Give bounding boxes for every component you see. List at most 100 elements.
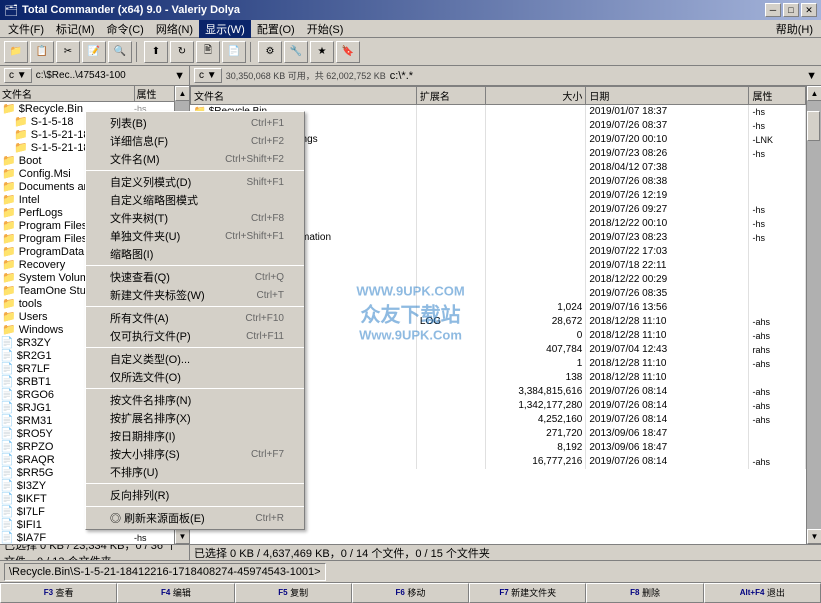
left-scroll-down[interactable]: ▼	[175, 529, 189, 544]
context-menu-item[interactable]: 自定义缩略图模式	[86, 191, 304, 209]
left-collapse-btn[interactable]: ▼	[174, 70, 185, 82]
context-menu-item[interactable]: 仅可执行文件(P)Ctrl+F11	[86, 327, 304, 345]
status-path-text: \Recycle.Bin\S-1-5-21-18412216-171840827…	[9, 566, 321, 578]
right-scrollbar[interactable]: ▲ ▼	[806, 86, 821, 544]
tb-btn-8[interactable]: 🖹	[196, 41, 220, 63]
right-col-ext[interactable]: 扩展名	[416, 87, 485, 105]
right-drive-btn[interactable]: c ▼	[194, 68, 222, 83]
tb-btn-10[interactable]: ⚙	[258, 41, 282, 63]
tb-btn-9[interactable]: 📄	[222, 41, 246, 63]
context-menu: 列表(B)Ctrl+F1详细信息(F)Ctrl+F2文件名(M)Ctrl+Shi…	[85, 111, 305, 530]
tb-btn-6[interactable]: ⬆	[144, 41, 168, 63]
context-menu-item[interactable]: 自定义类型(O)...	[86, 350, 304, 368]
toolbar-separator-1	[136, 42, 140, 62]
minimize-button[interactable]: ─	[765, 3, 781, 17]
context-menu-item[interactable]: ◎ 刷新来源面板(E)Ctrl+R	[86, 509, 304, 527]
menu-bar: 文件(F) 标记(M) 命令(C) 网络(N) 显示(W) 配置(O) 开始(S…	[0, 20, 821, 38]
fkey-F4-button[interactable]: F4 编辑	[117, 583, 234, 603]
right-col-size[interactable]: 大小	[485, 87, 585, 105]
tb-btn-4[interactable]: 📝	[82, 41, 106, 63]
context-menu-item[interactable]: 按日期排序(I)	[86, 427, 304, 445]
app-title: Total Commander (x64) 9.0 - Valeriy Doly…	[22, 4, 765, 16]
menu-start[interactable]: 开始(S)	[301, 20, 350, 38]
context-menu-item[interactable]: 缩略图(I)	[86, 245, 304, 263]
right-path-bar: c ▼ 30,350,068 KB 可用，共 62,002,752 KB c:\…	[190, 66, 821, 86]
context-menu-separator	[86, 265, 304, 266]
menu-network[interactable]: 网络(N)	[150, 20, 199, 38]
menu-command[interactable]: 命令(C)	[101, 20, 150, 38]
right-col-attr[interactable]: 属性	[749, 87, 806, 105]
context-menu-item[interactable]: 所有文件(A)Ctrl+F10	[86, 309, 304, 327]
context-menu-item[interactable]: 单独文件夹(U)Ctrl+Shift+F1	[86, 227, 304, 245]
context-menu-item[interactable]: 按文件名排序(N)	[86, 391, 304, 409]
context-menu-item[interactable]: 仅所选文件(O)	[86, 368, 304, 386]
toolbar-separator-2	[250, 42, 254, 62]
context-menu-separator	[86, 388, 304, 389]
context-menu-separator	[86, 347, 304, 348]
context-menu-item[interactable]: 新建文件夹标签(W)Ctrl+T	[86, 286, 304, 304]
title-bar: 🗂 Total Commander (x64) 9.0 - Valeriy Do…	[0, 0, 821, 20]
close-button[interactable]: ✕	[801, 3, 817, 17]
right-free-space: 30,350,068 KB 可用，共 62,002,752 KB	[226, 69, 386, 82]
right-path-text: c:\*.*	[390, 70, 413, 82]
tb-btn-1[interactable]: 📁	[4, 41, 28, 63]
context-menu-item[interactable]: 快速查看(Q)Ctrl+Q	[86, 268, 304, 286]
context-menu-item[interactable]: 反向排列(R)	[86, 486, 304, 504]
left-col-attr[interactable]: 属性	[134, 86, 174, 102]
context-menu-item[interactable]: 自定义列模式(D)Shift+F1	[86, 173, 304, 191]
right-scroll-down[interactable]: ▼	[807, 529, 821, 544]
menu-view[interactable]: 显示(W)	[199, 20, 251, 38]
right-status: 已选择 0 KB / 4,637,469 KB，0 / 14 个文件，0 / 1…	[190, 544, 821, 560]
fkey-F6-button[interactable]: F6 移动	[352, 583, 469, 603]
tb-btn-12[interactable]: ★	[310, 41, 334, 63]
toolbar: 📁 📋 ✂ 📝 🔍 ⬆ ↻ 🖹 📄 ⚙ 🔧 ★ 🔖	[0, 38, 821, 66]
context-menu-separator	[86, 170, 304, 171]
tb-btn-11[interactable]: 🔧	[284, 41, 308, 63]
left-path-text: c:\$Rec..\47543-100	[36, 70, 126, 81]
tb-btn-13[interactable]: 🔖	[336, 41, 360, 63]
left-status-text: 已选择 0 KB / 23,334 KB，0 / 36 个文件，0 / 13 个…	[4, 544, 185, 560]
right-scroll-up[interactable]: ▲	[807, 86, 821, 101]
right-collapse-btn[interactable]: ▼	[806, 70, 817, 82]
left-path-bar: c ▼ c:\$Rec..\47543-100 ▼	[0, 66, 189, 86]
context-menu-item[interactable]: 详细信息(F)Ctrl+F2	[86, 132, 304, 150]
right-scroll-thumb[interactable]	[807, 111, 820, 141]
left-file-item[interactable]: 📄 $IA7F-hs	[0, 531, 174, 544]
context-menu-item[interactable]: 按扩展名排序(X)	[86, 409, 304, 427]
tb-btn-5[interactable]: 🔍	[108, 41, 132, 63]
maximize-button[interactable]: □	[783, 3, 799, 17]
menu-file[interactable]: 文件(F)	[2, 20, 50, 38]
left-drive-btn[interactable]: c ▼	[4, 68, 32, 83]
fkey-Alt+F4-button[interactable]: Alt+F4 退出	[704, 583, 821, 603]
main-content: c ▼ c:\$Rec..\47543-100 ▼ 文件名 属性	[0, 66, 821, 560]
context-menu-item[interactable]: 列表(B)Ctrl+F1	[86, 114, 304, 132]
context-menu-separator	[86, 306, 304, 307]
left-scroll-up[interactable]: ▲	[175, 86, 189, 101]
context-menu-separator	[86, 506, 304, 507]
status-bar: \Recycle.Bin\S-1-5-21-18412216-171840827…	[0, 560, 821, 582]
context-menu-item[interactable]: 文件夹树(T)Ctrl+F8	[86, 209, 304, 227]
fkey-F7-button[interactable]: F7 新建文件夹	[469, 583, 586, 603]
fkey-F5-button[interactable]: F5 复制	[235, 583, 352, 603]
context-menu-item[interactable]: 不排序(U)	[86, 463, 304, 481]
fkey-bar: F3 查看F4 编辑F5 复制F6 移动F7 新建文件夹F8 删除Alt+F4 …	[0, 582, 821, 602]
context-menu-item[interactable]: 文件名(M)Ctrl+Shift+F2	[86, 150, 304, 168]
menu-mark[interactable]: 标记(M)	[50, 20, 101, 38]
menu-config[interactable]: 配置(O)	[251, 20, 301, 38]
menu-help[interactable]: 帮助(H)	[770, 20, 819, 38]
right-col-date[interactable]: 日期	[586, 87, 749, 105]
tb-btn-2[interactable]: 📋	[30, 41, 54, 63]
left-status: 已选择 0 KB / 23,334 KB，0 / 36 个文件，0 / 13 个…	[0, 544, 189, 560]
fkey-F3-button[interactable]: F3 查看	[0, 583, 117, 603]
right-col-name[interactable]: 文件名	[191, 87, 417, 105]
context-menu-item[interactable]: 按大小排序(S)Ctrl+F7	[86, 445, 304, 463]
app-icon: 🗂	[4, 3, 18, 17]
fkey-F8-button[interactable]: F8 删除	[586, 583, 703, 603]
tb-btn-7[interactable]: ↻	[170, 41, 194, 63]
left-col-name[interactable]: 文件名	[0, 86, 134, 102]
tb-btn-3[interactable]: ✂	[56, 41, 80, 63]
window-controls: ─ □ ✕	[765, 3, 817, 17]
status-path: \Recycle.Bin\S-1-5-21-18412216-171840827…	[4, 563, 326, 581]
right-status-text: 已选择 0 KB / 4,637,469 KB，0 / 14 个文件，0 / 1…	[194, 545, 490, 561]
right-scroll-track[interactable]	[807, 101, 821, 529]
